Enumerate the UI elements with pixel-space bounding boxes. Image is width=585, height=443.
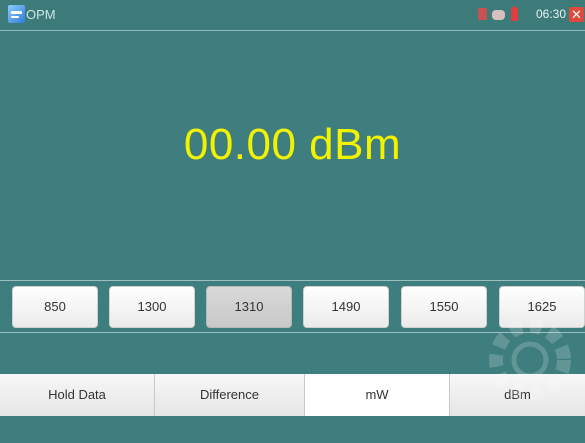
opm-app-icon[interactable] (8, 5, 25, 23)
difference-button[interactable]: Difference (155, 374, 305, 416)
usb-icon (492, 10, 505, 20)
dbm-unit-button[interactable]: dBm (450, 374, 585, 416)
sd-card-icon (478, 8, 487, 20)
wavelength-1310-button[interactable]: 1310 (206, 286, 292, 328)
selector-divider (0, 332, 585, 333)
wavelength-1490-button[interactable]: 1490 (303, 286, 389, 328)
app-title: OPM (26, 7, 56, 22)
clock-time: 06:30 (535, 7, 566, 21)
title-divider (0, 30, 585, 31)
wavelength-1550-button[interactable]: 1550 (401, 286, 487, 328)
power-reading: 00.00 dBm (183, 120, 402, 169)
hold-data-button[interactable]: Hold Data (0, 374, 155, 416)
battery-icon (511, 6, 518, 21)
reading-divider (0, 280, 585, 281)
wavelength-1300-button[interactable]: 1300 (109, 286, 195, 328)
wavelength-850-button[interactable]: 850 (12, 286, 98, 328)
wavelength-selector: 850 1300 1310 1490 1550 1625 (0, 286, 585, 328)
wavelength-1625-button[interactable]: 1625 (499, 286, 585, 328)
bottom-toolbar: Hold Data Difference mW dBm (0, 374, 585, 443)
title-bar: OPM 06:30 ✕ (0, 0, 585, 29)
mw-unit-button[interactable]: mW (305, 374, 450, 416)
close-icon[interactable]: ✕ (569, 7, 584, 22)
